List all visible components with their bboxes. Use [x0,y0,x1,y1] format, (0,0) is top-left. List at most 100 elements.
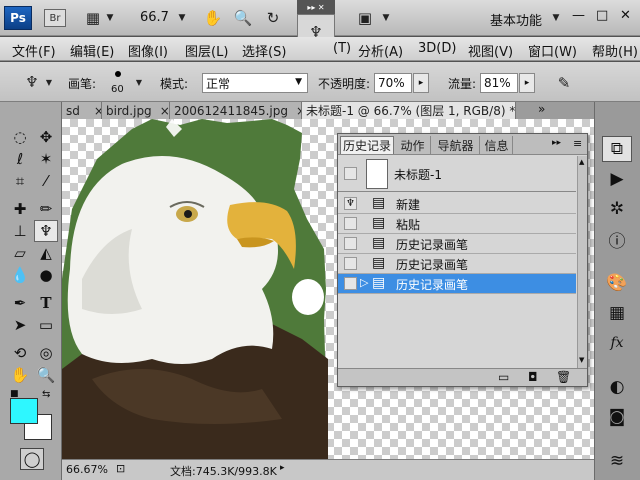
flow-input[interactable]: 81% [480,73,518,93]
path-selection-icon[interactable]: ➤ [8,314,32,336]
screen-mode-icon[interactable]: ▣ [354,8,376,28]
status-zoom[interactable]: 66.67% [66,463,108,476]
tab-close-icon[interactable]: × [160,104,169,118]
clone-stamp-icon[interactable]: ⊥ [8,220,32,242]
source-checkbox[interactable] [344,277,357,290]
maximize-button[interactable]: □ [596,8,608,23]
layers-panel-icon[interactable]: ≋ [602,448,632,474]
panel-menu-icon[interactable]: ≡ [573,137,582,150]
view-extras-icon[interactable]: ▦ [82,8,104,28]
hand-icon[interactable]: ✋ [202,7,224,29]
rotate-view-icon[interactable]: ↻ [262,7,284,29]
menu-file[interactable]: 文件(F) [12,41,56,60]
minimize-button[interactable]: — [572,8,585,23]
menu-3d[interactable]: 3D(D) [418,41,456,56]
move-tool-icon[interactable]: ✥ [34,126,58,148]
tab-actions[interactable]: 动作 [395,136,431,154]
color-panel-icon[interactable]: 🎨 [602,270,632,296]
swatches-panel-icon[interactable]: ▦ [602,300,632,326]
preset-dropdown-icon[interactable]: ▼ [44,76,54,88]
history-state-brush-3[interactable]: ▷ ▤ 历史记录画笔 [338,274,576,294]
menu-layer[interactable]: 图层(L) [185,41,228,60]
panel-collapse-icon[interactable]: ▸▸ [552,138,561,148]
healing-brush-icon[interactable]: ✚ [8,198,32,220]
mode-select[interactable]: 正常 ▼ [202,73,308,93]
history-state-brush-2[interactable]: ▤ 历史记录画笔 [338,254,576,274]
history-brush-tool-preset-icon[interactable]: ♆ [20,70,44,94]
bridge-button[interactable]: Br [44,9,66,27]
styles-panel-icon[interactable]: fx [602,330,632,356]
history-state-paste[interactable]: ▤ 粘贴 [338,214,576,234]
swap-colors-icon[interactable]: ⇆ [42,389,50,400]
tab-200612411845[interactable]: 200612411845.jpg × [170,102,302,119]
history-brush-tool-icon[interactable]: ♆ [34,220,58,242]
airbrush-icon[interactable]: ✎ [552,71,576,95]
paint-bucket-icon[interactable]: ◭ [34,242,58,264]
tab-history[interactable]: 历史记录 [340,136,394,154]
close-button[interactable]: ✕ [620,8,631,23]
menu-window[interactable]: 窗口(W) [528,41,577,60]
tab-info[interactable]: 信息 [481,136,513,154]
zoom-level[interactable]: 66.7 [140,10,169,25]
scroll-down-icon[interactable]: ▼ [579,356,584,364]
history-brush-source-icon[interactable]: ♆ [344,197,357,210]
tab-untitled-1[interactable]: 未标题-1 @ 66.7% (图层 1, RGB/8) * × [302,102,516,119]
history-scrollbar[interactable]: ▲ ▼ [577,156,587,368]
tab-bird[interactable]: bird.jpg × [102,102,170,119]
menu-help[interactable]: 帮助(H) [592,41,638,60]
opacity-input[interactable]: 70% [374,73,412,93]
history-state-brush-1[interactable]: ▤ 历史记录画笔 [338,234,576,254]
navigator-panel-icon[interactable]: ✲ [602,196,632,222]
dodge-tool-icon[interactable]: ● [34,264,58,286]
new-snapshot-icon[interactable]: ◘ [528,370,538,384]
menu-view[interactable]: 视图(V) [468,41,513,60]
actions-panel-icon[interactable]: ▶ [602,166,632,192]
delete-state-icon[interactable]: 🗑 [556,370,571,384]
tabs-overflow-icon[interactable]: » [538,102,545,116]
menu-analysis[interactable]: 分析(A) [358,41,403,60]
opacity-slider-button[interactable]: ▸ [413,73,429,93]
rectangle-tool-icon[interactable]: ▭ [34,314,58,336]
tab-navigator[interactable]: 导航器 [432,136,480,154]
zoom-dropdown-icon[interactable]: ▼ [176,10,188,26]
source-checkbox[interactable] [344,237,357,250]
history-state-slider-icon[interactable]: ▷ [360,276,368,289]
zoom-icon[interactable]: 🔍 [232,7,254,29]
crop-tool-icon[interactable]: ⌗ [8,170,32,192]
workspace-dropdown-icon[interactable]: ▼ [550,10,562,26]
workspace-switcher[interactable]: 基本功能 [490,10,542,29]
scroll-up-icon[interactable]: ▲ [579,158,584,166]
chevron-down-icon[interactable]: ▼ [104,10,116,26]
pen-tool-icon[interactable]: ✒ [8,292,32,314]
history-state-new[interactable]: ♆ ▤ 新建 [338,194,576,214]
magic-wand-icon[interactable]: ✶ [34,148,58,170]
menu-edit[interactable]: 编辑(E) [70,41,114,60]
source-checkbox[interactable] [344,257,357,270]
new-document-from-state-icon[interactable]: ▭ [498,370,509,384]
tab-close-icon[interactable]: × [94,104,101,118]
blur-tool-icon[interactable]: 💧 [8,264,32,286]
menu-image[interactable]: 图像(I) [128,41,168,60]
source-checkbox[interactable] [344,217,357,230]
menu-filter[interactable]: (T) [333,41,351,56]
info-panel-icon[interactable]: ⓘ [602,226,632,252]
eyedropper-icon[interactable]: ⁄ [34,170,58,192]
menu-select[interactable]: 选择(S) [242,41,286,60]
3d-rotate-icon[interactable]: ⟲ [8,342,32,364]
masks-panel-icon[interactable]: ◙ [602,404,632,430]
hand-tool-icon[interactable]: ✋ [8,364,32,386]
type-tool-icon[interactable]: T [34,292,58,314]
status-info-icon[interactable]: ⊡ [116,462,125,475]
status-menu-arrow-icon[interactable]: ▸ [280,463,285,473]
tab-sd[interactable]: sd × [62,102,102,119]
foreground-color-swatch[interactable] [10,398,38,424]
adjustments-panel-icon[interactable]: ◐ [602,374,632,400]
quick-mask-icon[interactable]: ◯ [20,448,44,470]
brush-dropdown-icon[interactable]: ▼ [134,76,144,88]
3d-orbit-icon[interactable]: ◎ [34,342,58,364]
flow-slider-button[interactable]: ▸ [519,73,535,93]
floating-panel-header[interactable]: ▸▸ ✕ [297,0,335,14]
snapshot-source-checkbox[interactable] [344,167,357,180]
history-snapshot[interactable]: 未标题-1 [338,156,576,192]
history-panel-icon[interactable]: ⧉ [602,136,632,162]
